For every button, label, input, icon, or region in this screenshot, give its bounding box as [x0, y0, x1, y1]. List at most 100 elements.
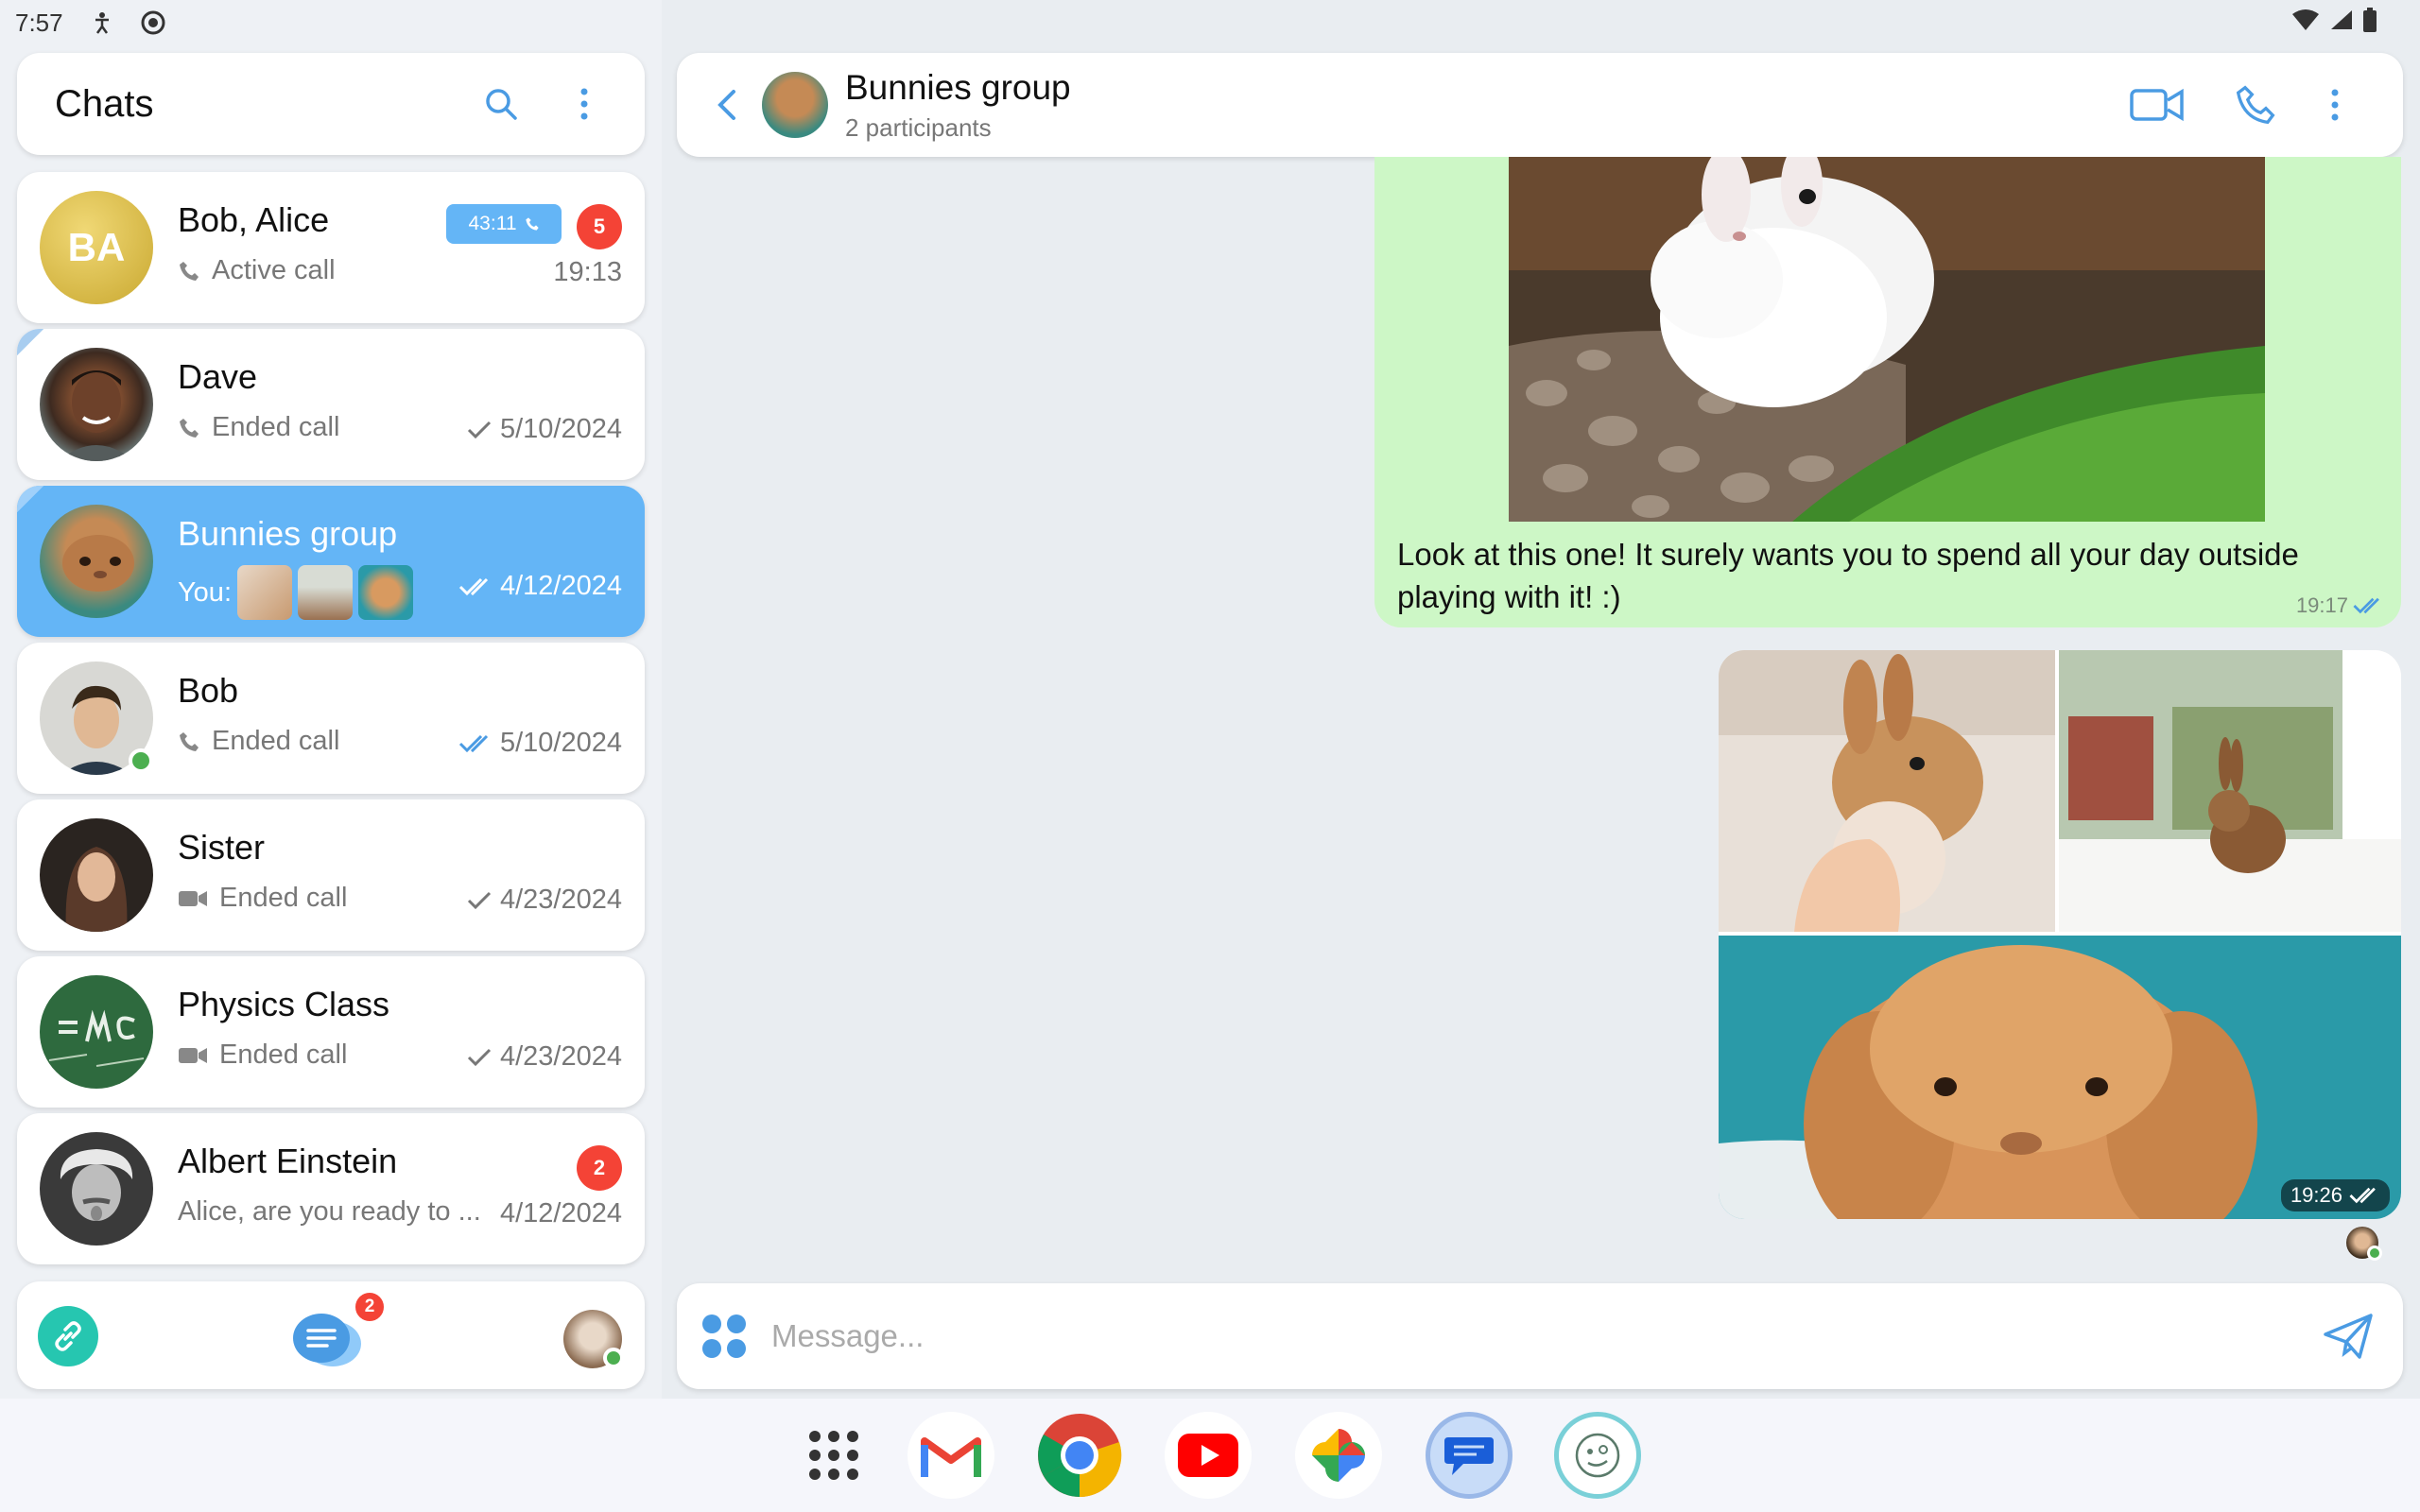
chat-name: Sister [178, 828, 266, 867]
chat-preview: Alice, are you ready to ... [178, 1196, 481, 1228]
chat-preview: Active call [178, 255, 336, 286]
outgoing-message[interactable]: Look at this one! It surely wants you to… [1374, 157, 2401, 627]
chrome-icon[interactable] [1036, 1412, 1123, 1499]
bottom-navigation: 2 [17, 1281, 645, 1389]
double-check-icon [458, 577, 489, 595]
linphone-icon[interactable] [1554, 1412, 1641, 1499]
preview-text: Alice, are you ready to ... [178, 1196, 481, 1227]
person-photo [65, 847, 128, 932]
photo-thumbnail [358, 565, 413, 620]
time-text: 5/10/2024 [499, 414, 622, 444]
chat-preview: Ended call [178, 412, 339, 443]
message-composer [677, 1283, 2403, 1389]
album-photo-window-bunny[interactable] [2059, 650, 2401, 932]
chat-list-panel: Chats BA Bob, Alice 43:11 5 Active call … [0, 0, 662, 1399]
preview-prefix: You: [178, 576, 232, 608]
chat-time: 19:13 [553, 257, 622, 288]
conversation-subtitle: 2 participants [845, 113, 992, 142]
chat-name: Albert Einstein [178, 1142, 398, 1180]
single-check-icon [467, 1048, 492, 1066]
unread-badge: 5 [577, 204, 622, 249]
time-text: 4/23/2024 [499, 1041, 622, 1072]
album-photo-lop-bunny[interactable] [1719, 936, 2401, 1219]
preview-text: Active call [212, 255, 336, 285]
status-time: 7:57 [15, 8, 63, 37]
time-text: 19:17 [2295, 593, 2348, 617]
phone-icon [180, 731, 199, 751]
chat-item-bob[interactable]: Bob Ended call 5/10/2024 [17, 643, 645, 794]
youtube-icon[interactable] [1165, 1412, 1252, 1499]
conversation-title: Bunnies group [845, 68, 1071, 107]
back-arrow-icon[interactable] [705, 82, 751, 128]
chat-time: 4/12/2024 [500, 1198, 622, 1229]
send-icon[interactable] [2322, 1310, 2375, 1363]
phone-icon [525, 217, 539, 231]
person-photo [60, 1149, 133, 1221]
message-photo-white-bunny[interactable] [1509, 157, 2265, 522]
battery-icon [2363, 8, 2377, 37]
chalkboard-photo [48, 1009, 145, 1067]
chat-name: Bunnies group [178, 514, 398, 553]
message-input[interactable] [771, 1308, 2189, 1365]
time-text: 5/10/2024 [499, 728, 622, 758]
group-avatar[interactable] [762, 72, 828, 138]
status-bar: 7:57 [0, 0, 2420, 45]
chat-preview: Ended call [178, 1040, 347, 1071]
messages-icon[interactable] [1426, 1412, 1512, 1499]
message-time: 19:26 [2280, 1179, 2390, 1211]
double-check-icon [2349, 1187, 2376, 1204]
preview-text: Ended call [219, 1040, 348, 1070]
chats-header: Chats [17, 53, 645, 155]
chat-name: Physics Class [178, 985, 390, 1023]
preview-text: Ended call [212, 726, 340, 756]
gmail-icon[interactable] [908, 1412, 994, 1499]
chat-item-sister[interactable]: Sister Ended call 4/23/2024 [17, 799, 645, 951]
pinned-corner [17, 486, 43, 512]
avatar [40, 975, 153, 1089]
call-duration: 43:11 [468, 213, 517, 234]
chat-item-bunnies-group[interactable]: Bunnies group You: 4/12/2024 [17, 486, 645, 637]
online-indicator [2367, 1246, 2382, 1261]
app-status-icon [141, 10, 165, 35]
double-check-icon [458, 734, 489, 752]
chat-time: 4/12/2024 [458, 571, 622, 602]
chat-time: 4/23/2024 [466, 1041, 622, 1073]
album-photo-held-bunny[interactable] [1719, 650, 2055, 932]
double-check-icon [2353, 597, 2379, 614]
more-options-icon[interactable] [562, 81, 607, 127]
active-call-pill[interactable]: 43:11 [446, 204, 562, 244]
outgoing-photo-album[interactable]: 19:26 [1719, 650, 2401, 1219]
phone-icon [180, 261, 199, 281]
more-options-icon[interactable] [2307, 77, 2363, 133]
search-icon[interactable] [478, 81, 524, 127]
chat-time: 5/10/2024 [458, 728, 622, 759]
wifi-icon [2291, 9, 2320, 36]
avatar [40, 818, 153, 932]
message-time: 19:17 [2296, 593, 2384, 618]
chat-preview: You: [178, 565, 413, 620]
chat-item-albert-einstein[interactable]: Albert Einstein 2 Alice, are you ready t… [17, 1113, 645, 1264]
photo-thumbnail [298, 565, 353, 620]
chats-nav-icon[interactable] [289, 1306, 365, 1372]
chat-preview: Ended call [178, 726, 339, 757]
app-drawer-icon[interactable] [790, 1412, 877, 1499]
single-check-icon [467, 891, 492, 909]
chats-title: Chats [55, 82, 154, 125]
chat-name: Bob, Alice [178, 200, 330, 239]
avatar [40, 505, 153, 618]
chats-nav-badge: 2 [354, 1291, 386, 1323]
person-photo [59, 370, 134, 461]
chat-item-physics-class[interactable]: Physics Class Ended call 4/23/2024 [17, 956, 645, 1108]
chat-item-dave[interactable]: Dave Ended call 5/10/2024 [17, 329, 645, 480]
avatar [40, 1132, 153, 1246]
chat-item-bob-alice[interactable]: BA Bob, Alice 43:11 5 Active call 19:13 [17, 172, 645, 323]
bunny-photo [62, 535, 134, 592]
photos-icon[interactable] [1295, 1412, 1382, 1499]
phone-call-icon[interactable] [2227, 77, 2284, 133]
chat-name: Dave [178, 357, 258, 396]
app-dock [0, 1399, 2420, 1512]
video-call-icon[interactable] [2129, 77, 2186, 133]
link-icon[interactable] [38, 1306, 98, 1366]
chat-time: 5/10/2024 [466, 414, 622, 445]
attachments-icon[interactable] [700, 1312, 749, 1361]
